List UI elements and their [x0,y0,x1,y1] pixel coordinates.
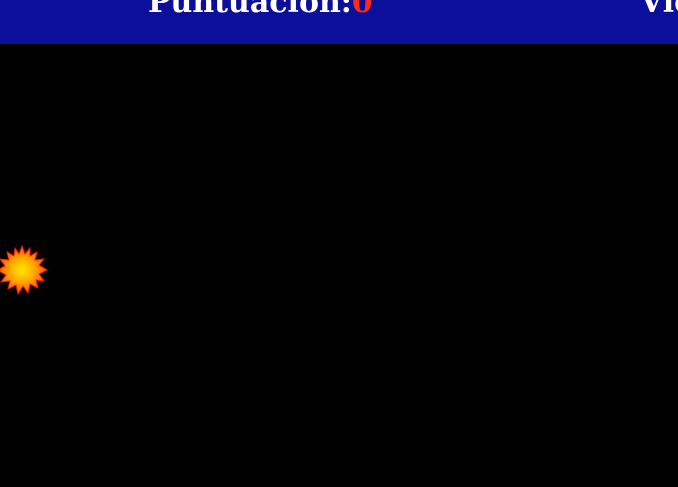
explosion-burst-shape [0,244,48,296]
hud-bar: Puntuacion:0 Vic [0,0,678,44]
lives-label: Vic [640,0,678,20]
lives-display: Vic [640,0,678,18]
score-value: 0 [351,0,373,20]
game-playfield[interactable] [0,44,678,487]
score-display: Puntuacion:0 [148,0,373,18]
explosion-icon [0,244,48,296]
score-label: Puntuacion: [148,0,352,20]
